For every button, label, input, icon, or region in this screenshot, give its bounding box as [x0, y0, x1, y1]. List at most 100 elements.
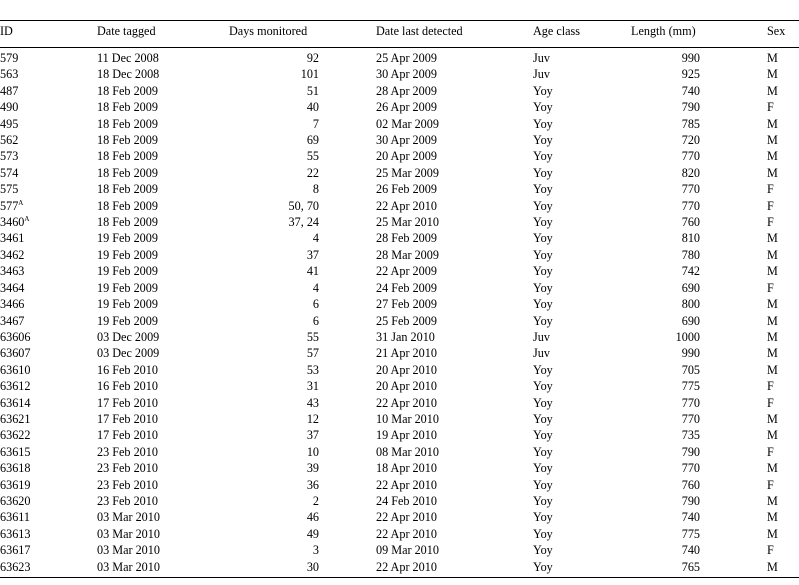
table-row: 63611 03 Mar 2010 46 22 Apr 2010 Yoy 740 M — [0, 509, 799, 525]
cell-age-class: Yoy — [533, 264, 553, 279]
cell-days-monitored: 49 — [306, 526, 319, 541]
cell-date-last-detected: 28 Apr 2009 — [376, 83, 437, 98]
cell-age-class: Yoy — [533, 461, 553, 476]
cell-age-class: Yoy — [533, 133, 553, 148]
cell-date-tagged: 19 Feb 2009 — [97, 231, 158, 246]
cell-date-last-detected: 28 Mar 2009 — [376, 247, 439, 262]
cell-sex: M — [767, 165, 778, 180]
cell-sex: M — [767, 297, 778, 312]
cell-age-class: Yoy — [533, 116, 553, 131]
cell-age-class: Juv — [533, 51, 550, 65]
cell-id-text: 63612 — [0, 379, 31, 394]
table-row: 63623 03 Mar 2010 30 22 Apr 2010 Yoy 765 M — [0, 559, 799, 575]
cell-sex: F — [767, 280, 774, 295]
cell-sex: M — [767, 231, 778, 246]
table-row: 562 18 Feb 2009 69 30 Apr 2009 Yoy 720 M — [0, 132, 799, 148]
cell-id: 63623 — [0, 559, 97, 575]
cell-age-class: Yoy — [533, 379, 553, 394]
table-row: 574 18 Feb 2009 22 25 Mar 2009 Yoy 820 M — [0, 165, 799, 181]
cell-age-class: Yoy — [533, 165, 553, 180]
cell-length: 720 — [681, 133, 700, 148]
cell-id: 3462 — [0, 247, 97, 263]
header-length: Length (mm) — [631, 24, 696, 38]
cell-id-text: 3464 — [0, 280, 25, 295]
cell-length: 790 — [681, 444, 700, 459]
cell-id: 487 — [0, 83, 97, 99]
cell-sex: M — [767, 83, 778, 98]
cell-days-monitored: 30 — [306, 559, 319, 574]
cell-date-tagged: 03 Dec 2009 — [97, 346, 160, 361]
cell-length: 810 — [681, 231, 700, 246]
cell-date-last-detected: 19 Apr 2010 — [376, 428, 437, 443]
cell-age-class: Juv — [533, 329, 550, 344]
cell-id: 63606 — [0, 329, 97, 345]
cell-id: 63615 — [0, 444, 97, 460]
cell-length: 990 — [681, 51, 700, 65]
cell-age-class: Yoy — [533, 444, 553, 459]
cell-id-text: 3466 — [0, 297, 25, 312]
cell-length: 775 — [681, 379, 700, 394]
cell-id-text: 3467 — [0, 313, 25, 328]
cell-date-tagged: 17 Feb 2010 — [97, 428, 158, 443]
cell-id: 3461 — [0, 230, 97, 246]
cell-date-last-detected: 22 Apr 2010 — [376, 526, 437, 541]
cell-date-tagged: 03 Mar 2010 — [97, 510, 160, 525]
table-row: 63606 03 Dec 2009 55 31 Jan 2010 Juv 1000 M — [0, 329, 799, 345]
cell-date-tagged: 17 Feb 2010 — [97, 395, 158, 410]
cell-date-last-detected: 24 Feb 2009 — [376, 280, 437, 295]
cell-id-text: 63620 — [0, 493, 31, 508]
cell-id: 3463 — [0, 263, 97, 279]
cell-id: 3467 — [0, 313, 97, 329]
cell-date-last-detected: 18 Apr 2010 — [376, 461, 437, 476]
table-row: 63617 03 Mar 2010 3 09 Mar 2010 Yoy 740 F — [0, 542, 799, 558]
table-row: 3463 19 Feb 2009 41 22 Apr 2009 Yoy 742 M — [0, 263, 799, 279]
table-row: 63614 17 Feb 2010 43 22 Apr 2010 Yoy 770 F — [0, 395, 799, 411]
cell-date-tagged: 03 Mar 2010 — [97, 559, 160, 574]
cell-sex: F — [767, 198, 774, 213]
cell-date-tagged: 18 Feb 2009 — [97, 133, 158, 148]
cell-length: 925 — [681, 67, 700, 82]
cell-days-monitored: 43 — [306, 395, 319, 410]
cell-id-text: 63610 — [0, 362, 31, 377]
cell-date-tagged: 03 Mar 2010 — [97, 526, 160, 541]
cell-age-class: Yoy — [533, 149, 553, 164]
cell-length: 770 — [681, 411, 700, 426]
cell-id-text: 63615 — [0, 444, 31, 459]
cell-sex: F — [767, 477, 774, 492]
cell-id: 63610 — [0, 362, 97, 378]
cell-id-text: 575 — [0, 182, 19, 197]
cell-sex: M — [767, 313, 778, 328]
table-row: 495 18 Feb 2009 7 02 Mar 2009 Yoy 785 M — [0, 116, 799, 132]
cell-date-tagged: 23 Feb 2010 — [97, 477, 158, 492]
cell-id: 63612 — [0, 378, 97, 394]
cell-id: 577A — [0, 198, 97, 214]
cell-id: 563 — [0, 66, 97, 82]
cell-date-last-detected: 20 Apr 2010 — [376, 362, 437, 377]
cell-date-tagged: 19 Feb 2009 — [97, 280, 158, 295]
table-row: 563 18 Dec 2008 101 30 Apr 2009 Juv 925 M — [0, 66, 799, 82]
cell-id: 63621 — [0, 411, 97, 427]
cell-id: 63620 — [0, 493, 97, 509]
cell-date-last-detected: 28 Feb 2009 — [376, 231, 437, 246]
cell-date-last-detected: 31 Jan 2010 — [376, 329, 435, 344]
cell-days-monitored: 51 — [306, 83, 319, 98]
cell-id: 3464 — [0, 280, 97, 296]
cell-sex: M — [767, 493, 778, 508]
cell-id-text: 63617 — [0, 543, 31, 558]
table-row: 487 18 Feb 2009 51 28 Apr 2009 Yoy 740 M — [0, 83, 799, 99]
cell-sex: M — [767, 461, 778, 476]
cell-id-text: 63611 — [0, 510, 31, 525]
cell-id-text: 63618 — [0, 461, 31, 476]
table-row: 579 11 Dec 2008 92 25 Apr 2009 Juv 990 M — [0, 45, 799, 66]
cell-days-monitored: 55 — [306, 149, 319, 164]
cell-days-monitored: 36 — [306, 477, 319, 492]
table-row: 63621 17 Feb 2010 12 10 Mar 2010 Yoy 770 M — [0, 411, 799, 427]
cell-age-class: Yoy — [533, 526, 553, 541]
cell-id: 63617 — [0, 542, 97, 558]
cell-id: 575 — [0, 181, 97, 197]
cell-sex: M — [767, 329, 778, 344]
cell-days-monitored: 50, 70 — [288, 198, 319, 213]
cell-id-text: 63619 — [0, 477, 31, 492]
cell-date-last-detected: 25 Mar 2010 — [376, 215, 439, 230]
cell-id-text: 63614 — [0, 395, 31, 410]
